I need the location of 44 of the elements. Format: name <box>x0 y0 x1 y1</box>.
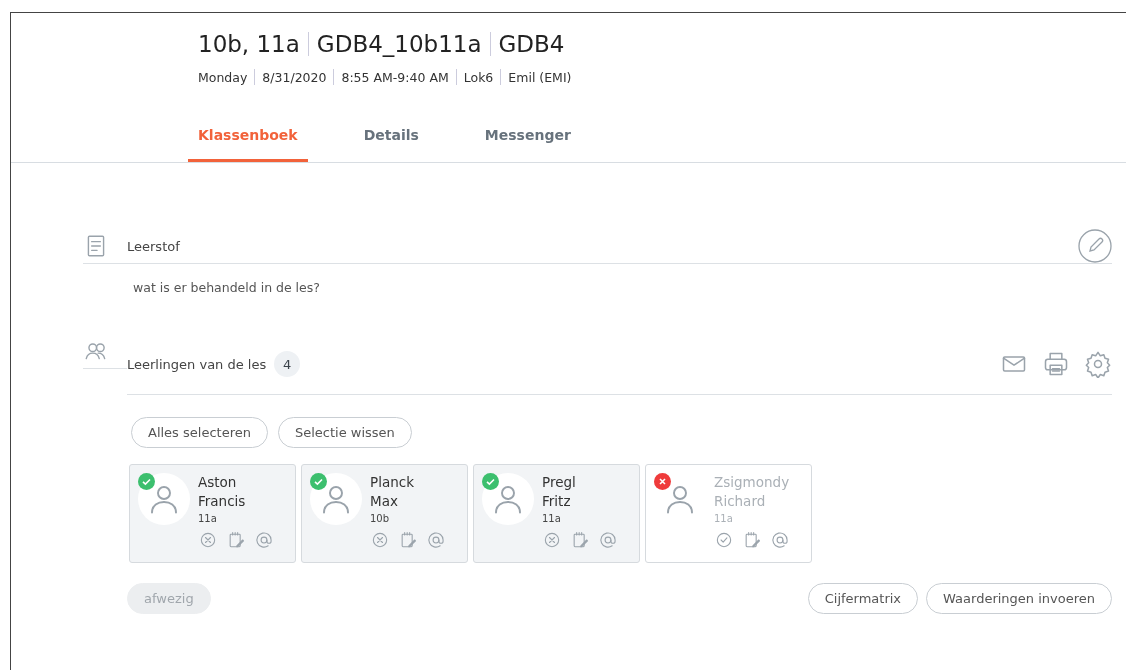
action-button[interactable]: Cijfermatrix <box>807 583 919 614</box>
lesson-info: Lok6 <box>463 69 494 85</box>
class-label: 11a <box>542 513 562 524</box>
count-badge: 4 <box>274 351 301 377</box>
lesson-info: 8:55 AM-9:40 AM <box>341 69 449 85</box>
student-name: Planck <box>370 473 415 492</box>
tab[interactable]: Messenger <box>474 127 581 162</box>
lesson-info: Monday <box>198 69 248 85</box>
at-sign-icon <box>770 530 790 550</box>
at-sign-icon <box>426 530 446 550</box>
check-circle-icon <box>714 530 734 550</box>
cross-circle-icon <box>542 530 562 550</box>
section-title: Leerlingen van de les <box>127 356 267 372</box>
at-sign-icon <box>598 530 618 550</box>
tab[interactable]: Details <box>353 127 429 162</box>
class-label: 11a <box>198 513 218 524</box>
student-name: Zsigmondy <box>714 473 790 492</box>
cross-circle-icon <box>198 530 218 550</box>
lesson-title: GDB4_10b11a <box>316 31 482 57</box>
lesson-title: GDB4 <box>498 31 565 57</box>
cross-circle-icon <box>370 530 390 550</box>
student-name: Max <box>370 492 399 511</box>
lesson-info: 8/31/2020 <box>262 69 327 85</box>
select-button[interactable]: Alles selecteren <box>131 417 268 448</box>
select-button[interactable]: Selectie wissen <box>277 417 412 448</box>
student-name: Pregl <box>542 473 577 492</box>
at-sign-icon <box>254 530 274 550</box>
student-card[interactable]: Pregl Fritz 11a <box>473 464 640 563</box>
settings-icon <box>1084 350 1112 378</box>
student-card[interactable]: Aston Francis 11a <box>129 464 296 563</box>
edit-icon[interactable] <box>1078 229 1112 263</box>
action-button[interactable]: Waarderingen invoeren <box>926 583 1112 614</box>
student-name: Fritz <box>542 492 572 511</box>
lesson-title: 10b, 11a <box>198 31 300 57</box>
class-label: 10b <box>370 513 391 524</box>
student-name: Aston <box>198 473 238 492</box>
lesson-content-text: wat is er behandeld in de les? <box>132 279 321 297</box>
student-card[interactable]: Planck Max 10b <box>301 464 468 563</box>
class-label: 11a <box>714 513 734 524</box>
student-name: Richard <box>714 492 767 511</box>
printer-icon <box>1042 350 1070 378</box>
section-title: Leerstof <box>127 238 180 254</box>
lesson-info: Emil (EMI) <box>508 69 572 85</box>
student-name: Francis <box>198 492 247 511</box>
